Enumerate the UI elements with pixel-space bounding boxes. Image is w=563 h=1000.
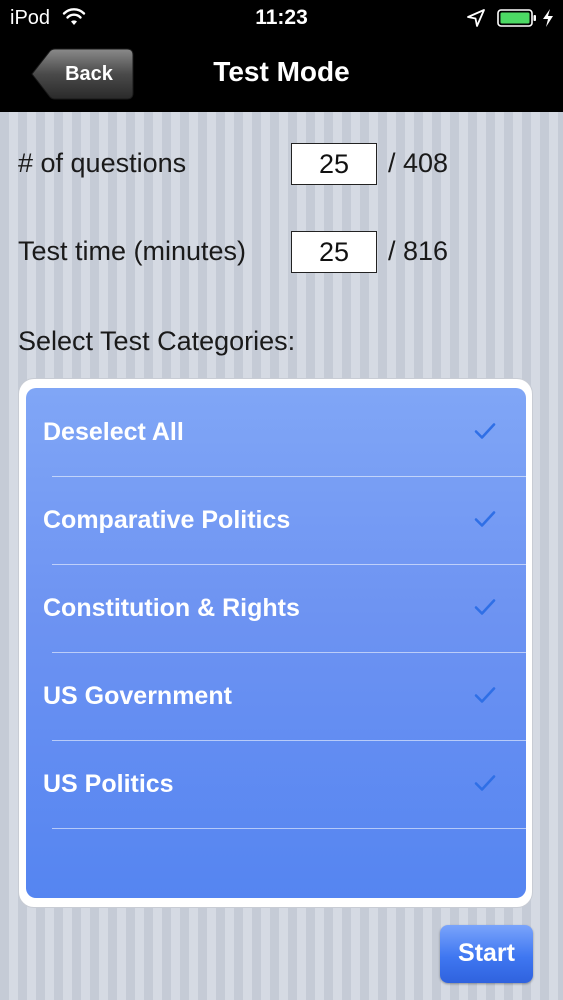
category-label: US Government bbox=[43, 682, 232, 710]
battery-icon bbox=[497, 9, 536, 27]
test-time-input[interactable]: 25 bbox=[291, 231, 377, 273]
category-item-us-government[interactable]: US Government bbox=[26, 652, 526, 740]
category-item-constitution-rights[interactable]: Constitution & Rights bbox=[26, 564, 526, 652]
test-time-total: / 816 bbox=[388, 236, 449, 266]
page-title: Test Mode bbox=[213, 56, 350, 87]
category-label: Deselect All bbox=[43, 418, 184, 446]
status-bar: iPod 11:23 bbox=[0, 0, 563, 36]
checkmark-icon bbox=[474, 599, 496, 615]
checkmark-icon bbox=[474, 423, 496, 439]
checkmark-icon bbox=[474, 775, 496, 791]
category-list[interactable]: Deselect All Comparative Politics Consti… bbox=[26, 388, 526, 898]
category-label: Comparative Politics bbox=[43, 506, 291, 534]
category-item-deselect-all[interactable]: Deselect All bbox=[26, 388, 526, 476]
location-arrow-icon bbox=[467, 9, 485, 27]
list-separator bbox=[52, 828, 526, 829]
category-label: US Politics bbox=[43, 770, 174, 798]
checkmark-icon bbox=[474, 687, 496, 703]
category-item-comparative-politics[interactable]: Comparative Politics bbox=[26, 476, 526, 564]
charging-bolt-icon bbox=[543, 9, 553, 27]
checkmark-icon bbox=[474, 511, 496, 527]
questions-input[interactable]: 25 bbox=[291, 143, 377, 185]
questions-label: # of questions bbox=[18, 148, 187, 178]
test-time-label: Test time (minutes) bbox=[18, 236, 247, 266]
start-button[interactable]: Start bbox=[440, 925, 533, 983]
category-label: Constitution & Rights bbox=[43, 594, 300, 622]
categories-heading: Select Test Categories: bbox=[18, 326, 296, 356]
questions-total: / 408 bbox=[388, 148, 449, 178]
category-item-us-politics[interactable]: US Politics bbox=[26, 740, 526, 828]
top-bar: iPod 11:23 Back Test Mode bbox=[0, 0, 563, 112]
